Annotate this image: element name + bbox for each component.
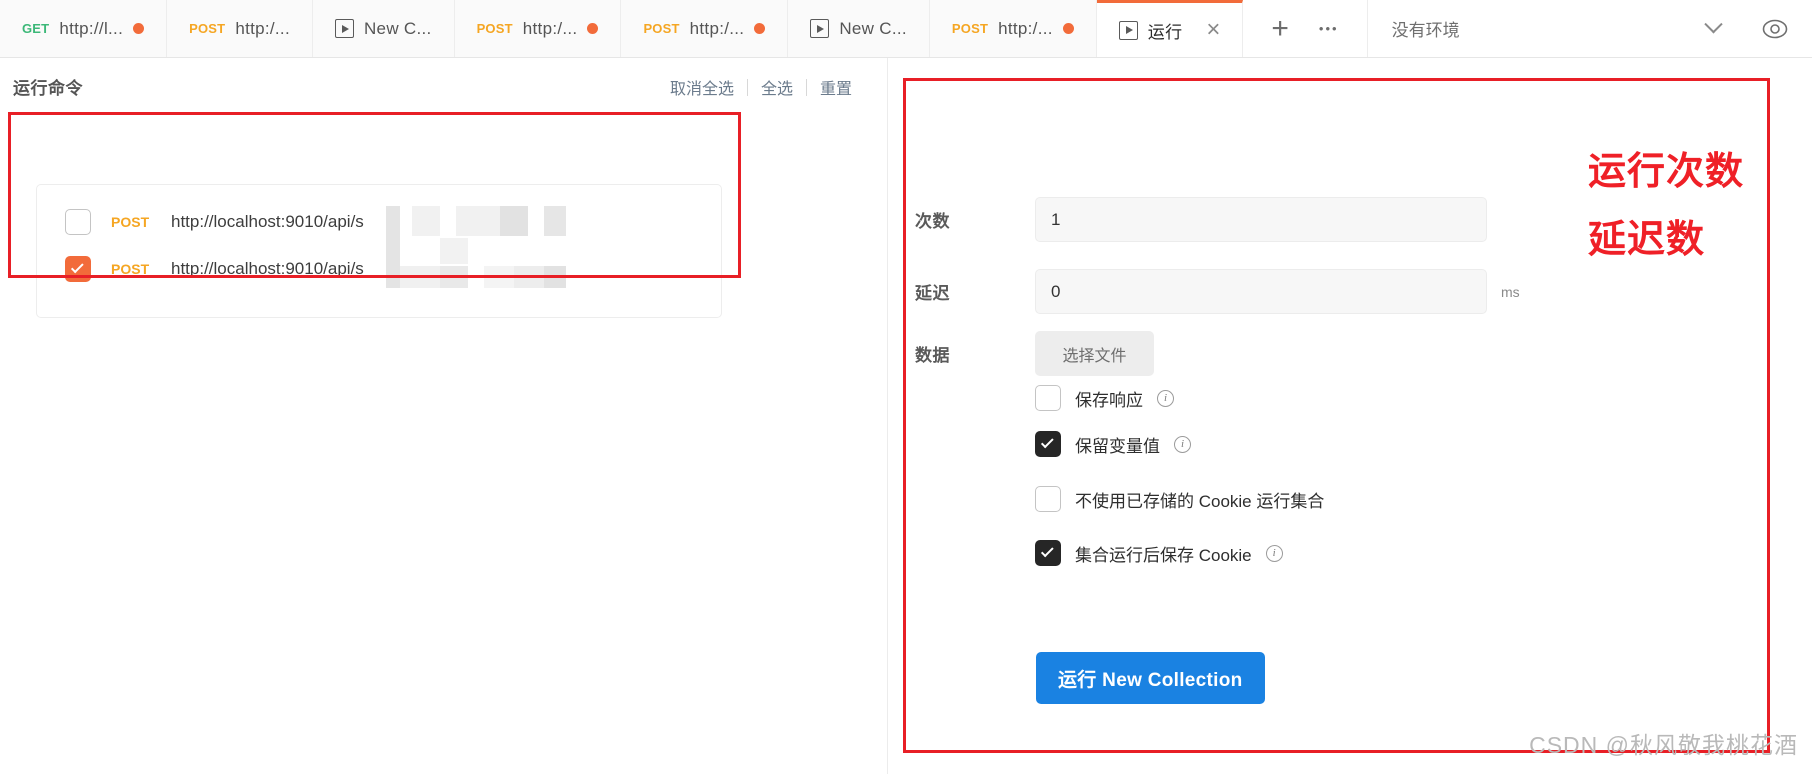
request-checkbox[interactable]	[65, 255, 91, 282]
more-options-icon[interactable]: •••	[1319, 21, 1339, 36]
tab-title: http:/...	[998, 18, 1053, 38]
tab-title: http:/...	[522, 18, 578, 38]
option-run-without-stored-cookies[interactable]: 不使用已存储的 Cookie 运行集合	[1035, 486, 1324, 512]
tab-7-active-runner[interactable]: 运行 ×	[1096, 0, 1244, 57]
run-icon	[810, 19, 830, 38]
info-icon[interactable]: i	[1157, 389, 1174, 407]
tab-2[interactable]: New C...	[312, 0, 455, 57]
unsaved-dot-icon	[133, 23, 145, 34]
option-label: 保存响应	[1075, 390, 1143, 410]
tab-title: New C...	[839, 18, 907, 38]
environment-selector[interactable]: 没有环境	[1367, 0, 1812, 57]
tab-title: http:/...	[689, 18, 745, 38]
postman-runner-window: GET http://l... POST http:/... New C... …	[0, 0, 1812, 774]
option-save-cookies-after-run[interactable]: 集合运行后保存 Cookie i	[1035, 540, 1283, 566]
delay-row: 延迟 ms	[915, 269, 1520, 314]
request-method-label: POST	[111, 213, 150, 230]
iterations-row: 次数	[915, 197, 1487, 242]
unsaved-dot-icon	[754, 23, 766, 34]
option-label: 保留变量值	[1075, 436, 1160, 456]
data-label: 数据	[915, 346, 950, 365]
data-row: 数据 选择文件	[915, 331, 1154, 376]
option-checkbox[interactable]	[1035, 540, 1061, 566]
run-collection-button[interactable]: 运行 New Collection	[1036, 652, 1265, 704]
tab-3[interactable]: POST http:/...	[454, 0, 622, 57]
chevron-down-icon[interactable]	[1704, 15, 1723, 34]
iterations-label: 次数	[915, 212, 950, 231]
annotation-iterations-text: 运行次数	[1588, 151, 1745, 193]
reset-button[interactable]: 重置	[807, 75, 865, 99]
tab-title: New C...	[363, 18, 432, 38]
select-all-button[interactable]: 全选	[748, 75, 806, 99]
run-icon	[1118, 20, 1138, 40]
tab-1[interactable]: POST http:/...	[167, 0, 313, 57]
delay-unit-label: ms	[1501, 283, 1520, 300]
tab-6[interactable]: POST http:/...	[929, 0, 1097, 57]
option-checkbox[interactable]	[1035, 431, 1061, 457]
tab-bar: GET http://l... POST http:/... New C... …	[0, 0, 1812, 58]
tab-0[interactable]: GET http://l...	[0, 0, 168, 57]
option-checkbox[interactable]	[1035, 385, 1061, 411]
delay-input[interactable]	[1035, 269, 1487, 314]
run-icon	[334, 19, 354, 38]
option-save-responses[interactable]: 保存响应 i	[1035, 385, 1174, 411]
request-url: http://localhost:9010/api/s	[171, 211, 364, 231]
option-keep-variable-values[interactable]: 保留变量值 i	[1035, 431, 1191, 457]
left-panel: 运行命令 取消全选 全选 重置 POST http://localhost:90…	[0, 58, 888, 774]
watermark: CSDN @秋风敬我桃花酒	[1529, 732, 1798, 758]
tab-method-label: POST	[951, 21, 989, 36]
unsaved-dot-icon	[1062, 23, 1074, 34]
tab-5[interactable]: New C...	[788, 0, 930, 57]
request-method-label: POST	[111, 260, 150, 277]
eye-icon[interactable]	[1732, 16, 1788, 42]
iterations-input[interactable]	[1035, 197, 1487, 242]
tab-method-label: POST	[643, 21, 680, 36]
info-icon[interactable]: i	[1174, 435, 1191, 453]
tab-title: http:/...	[235, 18, 290, 38]
new-tab-button[interactable]: +	[1271, 13, 1289, 44]
selection-actions: 取消全选 全选 重置	[657, 75, 865, 99]
request-list-item-0[interactable]: POST http://localhost:9010/api/s	[37, 198, 721, 245]
deselect-all-button[interactable]: 取消全选	[657, 75, 747, 99]
tab-title: http://l...	[59, 18, 124, 38]
option-label: 不使用已存储的 Cookie 运行集合	[1075, 491, 1325, 511]
unsaved-dot-icon	[587, 23, 599, 34]
tab-bar-actions: + •••	[1243, 0, 1368, 57]
tab-title: 运行	[1147, 22, 1183, 42]
request-list-item-1[interactable]: POST http://localhost:9010/api/s	[37, 245, 721, 292]
page-title: 运行命令	[13, 79, 83, 98]
tab-method-label: POST	[189, 21, 226, 36]
close-icon[interactable]: ×	[1206, 18, 1220, 42]
select-file-button[interactable]: 选择文件	[1035, 331, 1154, 376]
request-checkbox[interactable]	[65, 208, 91, 235]
request-url: http://localhost:9010/api/s	[171, 258, 364, 278]
tab-method-label: POST	[476, 21, 513, 36]
environment-name: 没有环境	[1391, 21, 1460, 40]
option-checkbox[interactable]	[1035, 486, 1061, 512]
tab-method-label: GET	[22, 21, 50, 36]
delay-label: 延迟	[915, 284, 950, 303]
annotation-delay-text: 延迟数	[1588, 219, 1706, 261]
request-list-card: POST http://localhost:9010/api/s POST ht…	[36, 184, 722, 318]
option-label: 集合运行后保存 Cookie	[1075, 545, 1252, 565]
tab-4[interactable]: POST http:/...	[621, 0, 789, 57]
info-icon[interactable]: i	[1265, 544, 1283, 562]
